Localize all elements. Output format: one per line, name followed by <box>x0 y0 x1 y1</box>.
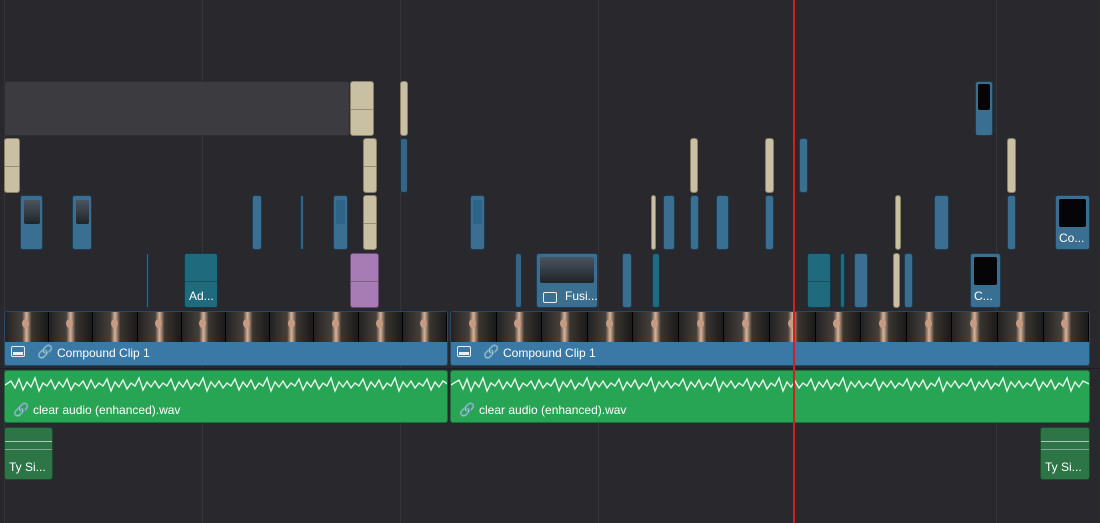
link-icon: 🔗 <box>459 402 476 417</box>
video-clip[interactable] <box>622 253 632 308</box>
audio-waveform <box>5 376 447 393</box>
compound-clip-v1-b[interactable]: 🔗 Compound Clip 1 <box>450 311 1090 366</box>
audio-clip-a2-left[interactable]: Ty Si... <box>4 427 53 480</box>
title-clip[interactable] <box>893 253 900 308</box>
clip-label: Compound Clip 1 <box>57 346 150 360</box>
link-icon: 🔗 <box>483 344 500 359</box>
title-clip[interactable] <box>651 195 656 250</box>
video-clip[interactable] <box>146 253 149 308</box>
clip-label: Ad... <box>189 289 214 303</box>
thumbnail-filmstrip <box>5 312 447 342</box>
title-clip[interactable] <box>690 138 698 193</box>
title-clip[interactable] <box>4 138 20 193</box>
film-icon <box>543 292 557 303</box>
video-clip[interactable] <box>904 253 913 308</box>
compound-clip[interactable]: C... <box>970 253 1001 308</box>
video-clip[interactable] <box>333 195 348 250</box>
adjustment-clip[interactable] <box>840 253 845 308</box>
link-icon: 🔗 <box>37 344 54 359</box>
video-clip[interactable] <box>663 195 675 250</box>
video-clip[interactable] <box>400 138 408 193</box>
audio-clip-a2-right[interactable]: Ty Si... <box>1040 427 1090 480</box>
track-divider <box>0 368 1100 369</box>
video-clip[interactable] <box>1007 195 1016 250</box>
video-clip[interactable] <box>934 195 949 250</box>
clip-label: Fusi... <box>565 289 598 303</box>
audio-clip-a1-a[interactable]: 🔗 clear audio (enhanced).wav <box>4 370 448 423</box>
thumbnail-filmstrip <box>451 312 1089 342</box>
audio-waveform <box>451 376 1089 393</box>
title-clip[interactable] <box>400 81 408 136</box>
clip-label: Co... <box>1059 231 1085 245</box>
adjustment-clip[interactable] <box>652 253 660 308</box>
title-clip[interactable] <box>895 195 901 250</box>
video-clip[interactable] <box>799 138 808 193</box>
timeline-panel[interactable]: Co... Ad... Fusi... C... 🔗 Compound Clip… <box>0 0 1100 523</box>
video-clip[interactable] <box>716 195 729 250</box>
video-clip[interactable] <box>975 81 993 136</box>
fusion-composition-clip[interactable]: Fusi... <box>536 253 598 308</box>
playhead[interactable] <box>793 0 795 523</box>
adjustment-clip[interactable] <box>807 253 831 308</box>
clip-label: clear audio (enhanced).wav <box>33 403 181 417</box>
timeline-gridline <box>598 0 599 523</box>
video-clip[interactable] <box>854 253 868 308</box>
title-clip[interactable] <box>765 138 774 193</box>
adjustment-clip[interactable]: Ad... <box>184 253 218 308</box>
video-clip[interactable] <box>470 195 485 250</box>
clip-label: Ty Si... <box>1045 460 1082 474</box>
film-icon <box>457 346 471 357</box>
clip-label: clear audio (enhanced).wav <box>479 403 627 417</box>
clip-label: Ty Si... <box>9 460 46 474</box>
fusion-clip[interactable] <box>350 253 379 308</box>
title-clip[interactable] <box>1007 138 1016 193</box>
clip-label: Compound Clip 1 <box>503 346 596 360</box>
video-clip[interactable] <box>20 195 43 250</box>
video-clip[interactable] <box>765 195 774 250</box>
audio-clip-a1-b[interactable]: 🔗 clear audio (enhanced).wav <box>450 370 1090 423</box>
compound-clip-v5[interactable] <box>4 81 350 136</box>
title-clip[interactable] <box>363 195 377 250</box>
video-clip[interactable] <box>300 195 304 250</box>
compound-clip[interactable]: Co... <box>1055 195 1090 250</box>
film-icon <box>11 346 25 357</box>
timeline-gridline <box>400 0 401 523</box>
title-clip[interactable] <box>363 138 377 193</box>
video-clip[interactable] <box>515 253 522 308</box>
title-clip[interactable] <box>350 81 374 136</box>
video-clip[interactable] <box>690 195 699 250</box>
clip-label: C... <box>974 289 993 303</box>
link-icon: 🔗 <box>13 402 30 417</box>
compound-clip-v1-a[interactable]: 🔗 Compound Clip 1 <box>4 311 448 366</box>
video-clip[interactable] <box>252 195 262 250</box>
video-clip[interactable] <box>72 195 92 250</box>
